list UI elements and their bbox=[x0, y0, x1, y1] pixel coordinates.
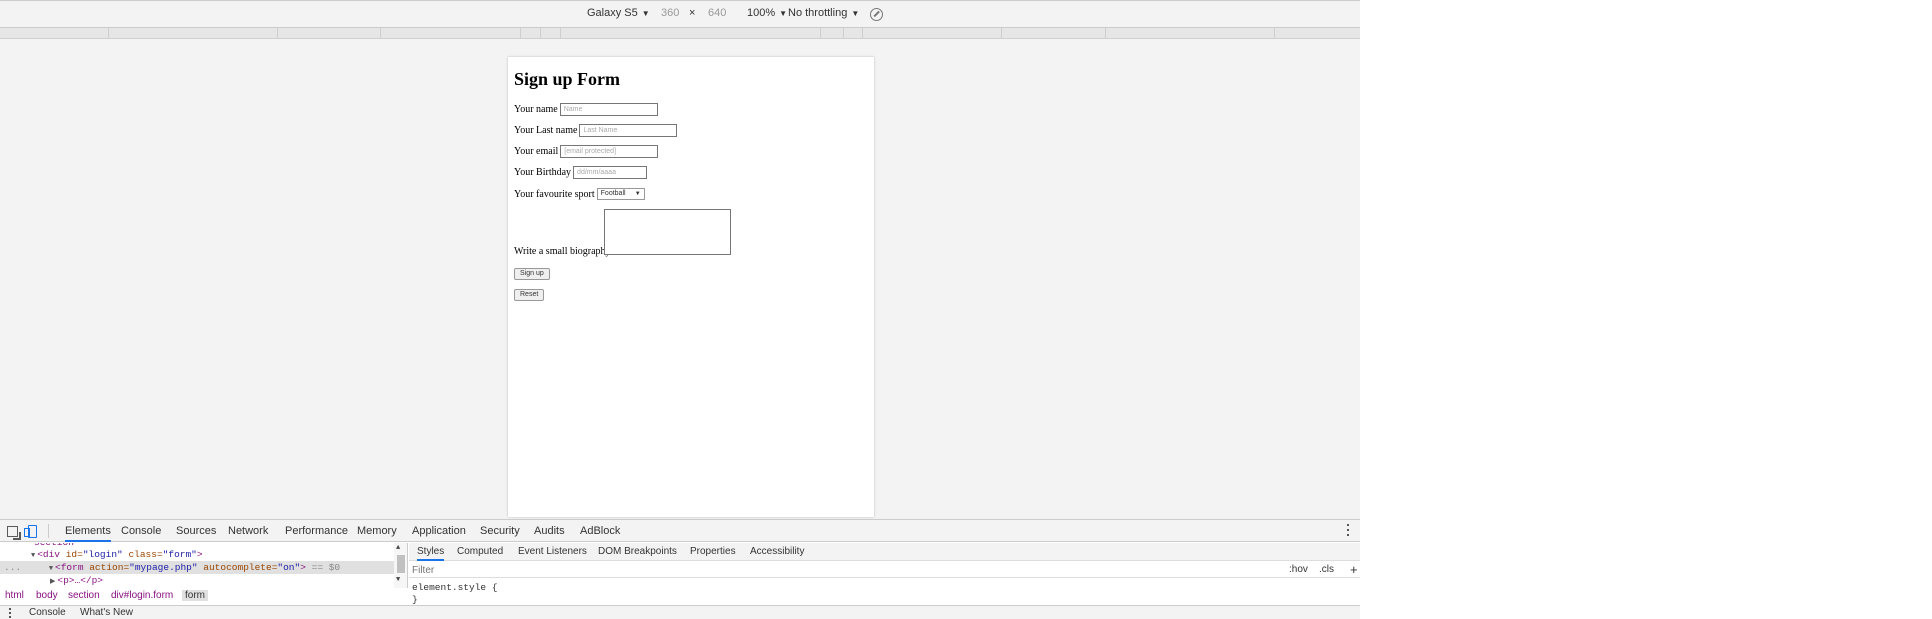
tab-dom-breakpoints[interactable]: DOM Breakpoints bbox=[598, 546, 677, 557]
sport-label: Your favourite sport bbox=[514, 188, 595, 200]
tree-line-div[interactable]: ▼ <div id="login" class="form"> bbox=[31, 548, 407, 561]
drawer-tab-whats-new[interactable]: What's New bbox=[80, 607, 133, 618]
tab-accessibility[interactable]: Accessibility bbox=[750, 546, 804, 557]
blank-area bbox=[1360, 0, 1932, 619]
scroll-down-icon[interactable]: ▼ bbox=[396, 576, 400, 584]
lastname-input[interactable]: Last Name bbox=[579, 124, 678, 137]
signup-button[interactable]: Sign up bbox=[514, 268, 550, 280]
tab-audits[interactable]: Audits bbox=[534, 525, 565, 537]
breadcrumb-div[interactable]: div#login.form bbox=[111, 590, 173, 601]
tab-application[interactable]: Application bbox=[412, 525, 466, 537]
tab-adblock[interactable]: AdBlock bbox=[580, 525, 620, 537]
chevron-down-icon: ▼ bbox=[851, 9, 860, 18]
sport-value: Football bbox=[600, 190, 626, 197]
name-row: Your name Name bbox=[514, 103, 658, 116]
tab-performance[interactable]: Performance bbox=[285, 525, 348, 537]
devtools-drawer: Console What's New bbox=[0, 605, 1360, 619]
style-rule-close: } bbox=[412, 594, 418, 605]
width-input[interactable]: 360 bbox=[661, 7, 679, 19]
throttling-select[interactable]: No throttling ▼ bbox=[788, 7, 859, 19]
styles-pane: Styles Computed Event Listeners DOM Brea… bbox=[409, 543, 1360, 605]
sport-row: Your favourite sport Football ▼ bbox=[514, 188, 645, 200]
tab-elements[interactable]: Elements bbox=[65, 525, 111, 542]
device-toolbar: Galaxy S5 ▼ 360 × 640 100% ▼ No throttling… bbox=[0, 0, 1360, 28]
lastname-label: Your Last name bbox=[514, 125, 578, 136]
bio-textarea[interactable] bbox=[604, 209, 731, 255]
breadcrumb: html body section div#login.form form bbox=[0, 590, 408, 604]
drawer-menu-icon[interactable] bbox=[9, 608, 11, 619]
inspect-element-icon[interactable] bbox=[7, 526, 21, 540]
zoom-value: 100% bbox=[747, 7, 776, 19]
tree-line-p[interactable]: ▶ <p>…</p> bbox=[50, 574, 407, 587]
devtools-tabbar: Elements Console Sources Network Perform… bbox=[0, 520, 1360, 542]
tab-security[interactable]: Security bbox=[480, 525, 520, 537]
sport-select[interactable]: Football ▼ bbox=[596, 188, 645, 200]
scrollbar-thumb[interactable] bbox=[397, 555, 405, 573]
birthday-label: Your Birthday bbox=[514, 167, 572, 178]
tab-styles[interactable]: Styles bbox=[417, 546, 445, 561]
chevron-down-icon: ▼ bbox=[634, 191, 641, 197]
media-query-ruler[interactable] bbox=[0, 28, 1360, 39]
device-name: Galaxy S5 bbox=[587, 7, 638, 19]
breadcrumb-section[interactable]: section bbox=[68, 590, 100, 601]
breadcrumb-form[interactable]: form bbox=[182, 590, 208, 601]
tab-memory[interactable]: Memory bbox=[357, 525, 397, 537]
drawer-tab-console[interactable]: Console bbox=[29, 607, 66, 618]
breadcrumb-body[interactable]: body bbox=[36, 590, 58, 601]
devtools-panel: Elements Console Sources Network Perform… bbox=[0, 519, 1360, 619]
dimension-separator: × bbox=[689, 7, 696, 19]
scroll-up-icon[interactable]: ▲ bbox=[396, 544, 400, 552]
gutter-ellipsis: ... bbox=[4, 562, 22, 573]
page-title: Sign up Form bbox=[514, 69, 621, 89]
name-input[interactable]: Name bbox=[559, 103, 658, 116]
rotate-icon[interactable] bbox=[870, 8, 883, 21]
styles-tabbar: Styles Computed Event Listeners DOM Brea… bbox=[409, 543, 1360, 561]
expand-triangle-icon[interactable]: ▶ bbox=[50, 578, 55, 586]
tab-sources[interactable]: Sources bbox=[176, 525, 216, 537]
tree-line-form[interactable]: ... ▼ <form action="mypage.php" autocompl… bbox=[0, 561, 394, 574]
birthday-row: Your Birthday dd/mm/aaaa bbox=[514, 166, 648, 179]
tab-event-listeners[interactable]: Event Listeners bbox=[518, 546, 587, 557]
browser-window: Galaxy S5 ▼ 360 × 640 100% ▼ No throttling… bbox=[0, 0, 1360, 619]
styles-filter-bar: :hov .cls + bbox=[409, 562, 1360, 578]
cls-toggle[interactable]: .cls bbox=[1319, 564, 1334, 575]
tab-computed[interactable]: Computed bbox=[457, 546, 503, 557]
throttling-value: No throttling bbox=[788, 7, 848, 19]
email-row: Your email [email protected] bbox=[514, 145, 659, 158]
device-select[interactable]: Galaxy S5 ▼ bbox=[587, 7, 650, 19]
device-toolbar-icon[interactable] bbox=[28, 525, 37, 538]
tab-separator bbox=[48, 524, 49, 538]
lastname-row: Your Last name Last Name bbox=[514, 124, 678, 137]
elements-tree: section ▼<div id="login" class="form"> .… bbox=[0, 543, 408, 588]
device-viewport: Sign up Form Your name Name Your Last na… bbox=[508, 57, 874, 517]
birthday-input[interactable]: dd/mm/aaaa bbox=[573, 166, 648, 179]
email-label: Your email bbox=[514, 146, 559, 157]
chevron-down-icon: ▼ bbox=[641, 9, 650, 18]
zoom-select[interactable]: 100% ▼ bbox=[747, 7, 787, 19]
tab-properties[interactable]: Properties bbox=[690, 546, 736, 557]
chevron-down-icon: ▼ bbox=[779, 9, 788, 18]
add-rule-icon[interactable]: + bbox=[1350, 562, 1358, 577]
hov-toggle[interactable]: :hov bbox=[1289, 564, 1308, 575]
email-input[interactable]: [email protected] bbox=[560, 145, 659, 158]
bio-row: Write a small biography bbox=[514, 246, 613, 257]
styles-filter-input[interactable] bbox=[412, 564, 1012, 576]
expand-triangle-icon[interactable]: ▼ bbox=[49, 565, 53, 573]
tab-console[interactable]: Console bbox=[121, 525, 161, 537]
breadcrumb-html[interactable]: html bbox=[5, 590, 24, 601]
bio-label: Write a small biography bbox=[514, 246, 611, 257]
reset-button[interactable]: Reset bbox=[514, 289, 545, 301]
more-options-icon[interactable] bbox=[1347, 524, 1350, 538]
style-rule-selector[interactable]: element.style { bbox=[412, 582, 498, 593]
expand-triangle-icon[interactable]: ▼ bbox=[31, 552, 35, 560]
height-input[interactable]: 640 bbox=[708, 7, 726, 19]
tab-network[interactable]: Network bbox=[228, 525, 268, 537]
name-label: Your name bbox=[514, 104, 558, 115]
